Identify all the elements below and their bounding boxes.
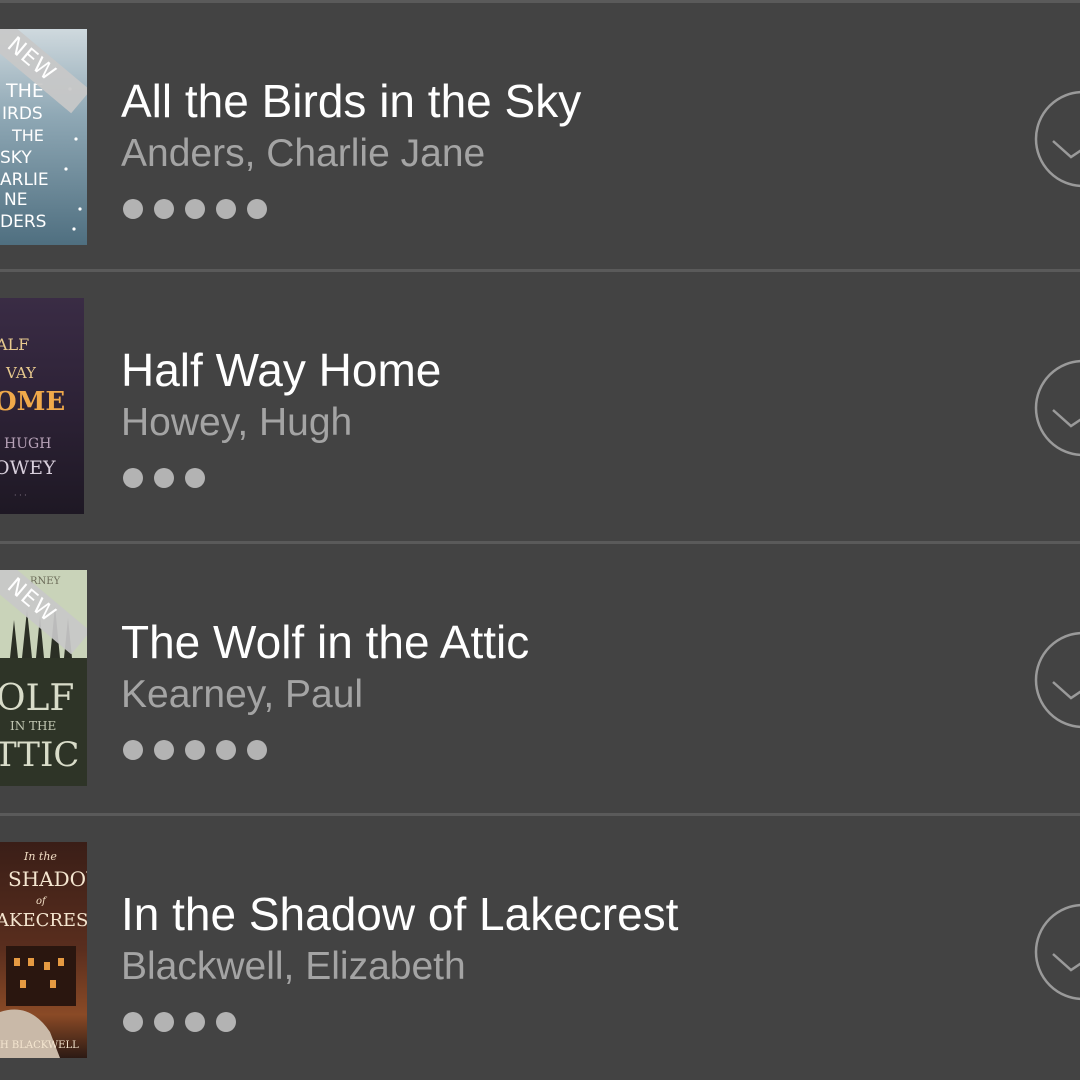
rating-dot xyxy=(154,468,174,488)
rating-dots xyxy=(123,199,267,221)
book-row[interactable]: ALF VAY OME HUGH OWEY · · · Half Way Hom… xyxy=(0,272,1080,540)
rating-dot xyxy=(154,1012,174,1032)
rating-dot xyxy=(216,740,236,760)
book-row[interactable]: In the SHADOW of AKECREST H BLACKWELL In… xyxy=(0,816,1080,1080)
rating-dot xyxy=(154,199,174,219)
svg-text:NE: NE xyxy=(4,190,27,210)
book-cover: RNEY OLF IN THE TTIC NEW xyxy=(0,570,87,786)
svg-text:· · ·: · · · xyxy=(14,491,27,500)
svg-text:DERS: DERS xyxy=(0,212,46,232)
book-author: Howey, Hugh xyxy=(121,401,353,444)
svg-text:ARLIE: ARLIE xyxy=(0,170,49,190)
book-author: Anders, Charlie Jane xyxy=(121,132,486,175)
rating-dot xyxy=(123,468,143,488)
rating-dot xyxy=(216,1012,236,1032)
rating-dots xyxy=(123,740,267,762)
book-cover: THE IRDS THE SKY ARLIE NE DERS NEW xyxy=(0,29,87,245)
book-title: All the Birds in the Sky xyxy=(121,75,582,127)
rating-dot xyxy=(123,199,143,219)
svg-text:VAY: VAY xyxy=(5,364,37,382)
circle-check-icon[interactable] xyxy=(1033,902,1080,1002)
rating-dot xyxy=(247,199,267,219)
svg-text:SKY: SKY xyxy=(0,148,32,168)
svg-text:TTIC: TTIC xyxy=(0,735,79,775)
book-title: Half Way Home xyxy=(121,344,442,396)
book-author: Kearney, Paul xyxy=(121,673,364,716)
rating-dot xyxy=(216,199,236,219)
rating-dot xyxy=(185,1012,205,1032)
rating-dots xyxy=(123,468,205,490)
circle-check-icon[interactable] xyxy=(1033,630,1080,730)
rating-dot xyxy=(185,199,205,219)
svg-text:OME: OME xyxy=(0,387,65,417)
svg-text:In the: In the xyxy=(23,850,57,863)
book-row[interactable]: RNEY OLF IN THE TTIC NEW The Wolf in the… xyxy=(0,544,1080,812)
book-cover: ALF VAY OME HUGH OWEY · · · xyxy=(0,298,84,514)
book-title: In the Shadow of Lakecrest xyxy=(121,888,679,940)
book-list: THE IRDS THE SKY ARLIE NE DERS NEW All t… xyxy=(0,0,1080,1080)
svg-text:THE: THE xyxy=(11,126,44,145)
rating-dot xyxy=(154,740,174,760)
rating-dot xyxy=(185,468,205,488)
svg-text:OWEY: OWEY xyxy=(0,457,56,479)
svg-text:ALF: ALF xyxy=(0,335,29,354)
book-author: Blackwell, Elizabeth xyxy=(121,945,466,988)
svg-text:HUGH: HUGH xyxy=(4,436,51,452)
svg-text:AKECREST: AKECREST xyxy=(0,910,87,931)
svg-text:OLF: OLF xyxy=(0,678,74,719)
rating-dot xyxy=(247,740,267,760)
svg-text:IN THE: IN THE xyxy=(10,719,56,733)
rating-dot xyxy=(123,740,143,760)
circle-check-icon[interactable] xyxy=(1033,358,1080,458)
book-title: The Wolf in the Attic xyxy=(121,616,530,668)
svg-text:H BLACKWELL: H BLACKWELL xyxy=(0,1040,79,1051)
rating-dots xyxy=(123,1012,236,1034)
book-row[interactable]: THE IRDS THE SKY ARLIE NE DERS NEW All t… xyxy=(0,3,1080,271)
svg-text:SHADOW: SHADOW xyxy=(8,867,87,891)
circle-check-icon[interactable] xyxy=(1033,89,1080,189)
book-cover: In the SHADOW of AKECREST H BLACKWELL xyxy=(0,842,87,1058)
rating-dot xyxy=(185,740,205,760)
rating-dot xyxy=(123,1012,143,1032)
svg-text:IRDS: IRDS xyxy=(2,104,43,124)
